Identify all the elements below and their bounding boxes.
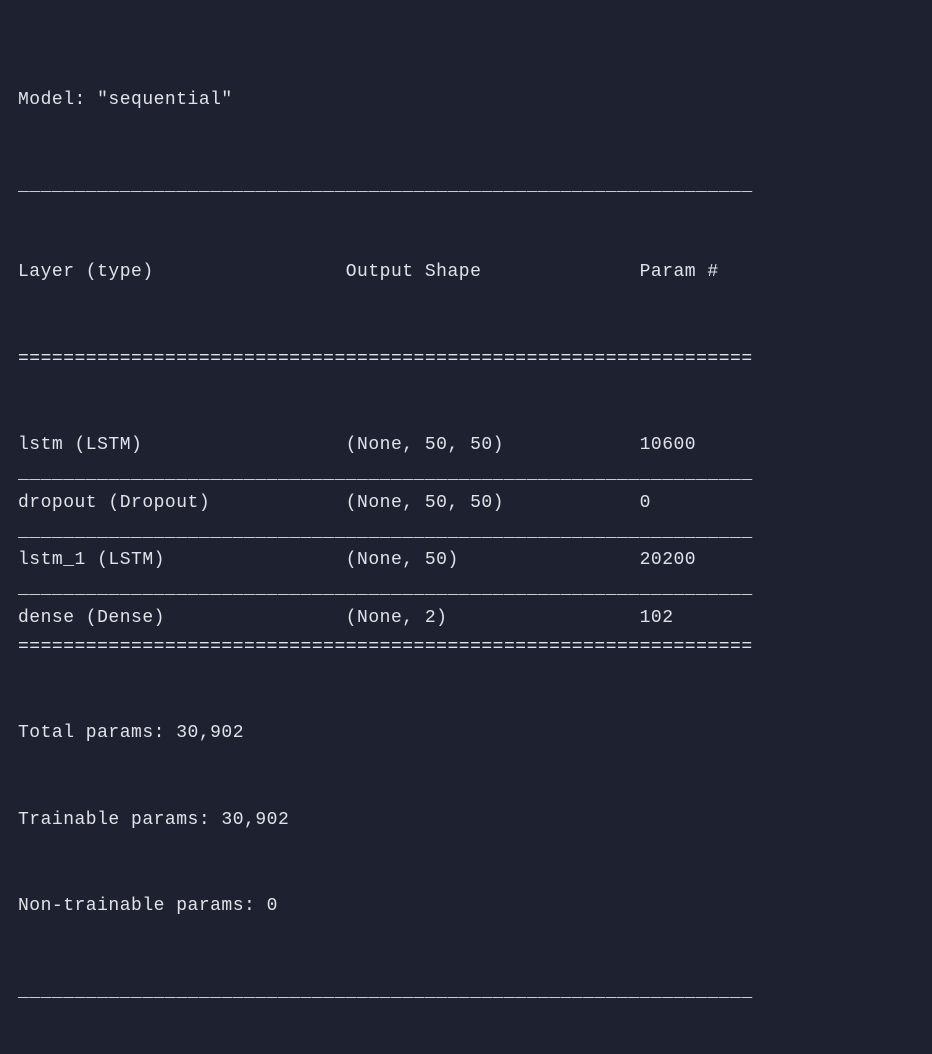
divider-single: ________________________________________… bbox=[18, 518, 914, 547]
layer-row: dropout (Dropout) (None, 50, 50) 0 bbox=[18, 489, 914, 518]
layer-row: dense (Dense) (None, 2) 102 bbox=[18, 604, 914, 633]
divider-single: ________________________________________… bbox=[18, 172, 914, 201]
divider-double: ========================================… bbox=[18, 345, 914, 374]
totals-total: Total params: 30,902 bbox=[18, 719, 914, 748]
divider-single: ________________________________________… bbox=[18, 978, 914, 1007]
divider-double: ========================================… bbox=[18, 633, 914, 662]
divider-single: ________________________________________… bbox=[18, 460, 914, 489]
divider-single: ________________________________________… bbox=[18, 575, 914, 604]
layer-row: lstm_1 (LSTM) (None, 50) 20200 bbox=[18, 546, 914, 575]
layer-row: lstm (LSTM) (None, 50, 50) 10600 bbox=[18, 431, 914, 460]
totals-trainable: Trainable params: 30,902 bbox=[18, 806, 914, 835]
model-summary-output: Model: "sequential" ____________________… bbox=[0, 0, 932, 1054]
model-name-line: Model: "sequential" bbox=[18, 86, 914, 115]
header-row: Layer (type) Output Shape Param # bbox=[18, 258, 914, 287]
totals-nontrainable: Non-trainable params: 0 bbox=[18, 892, 914, 921]
